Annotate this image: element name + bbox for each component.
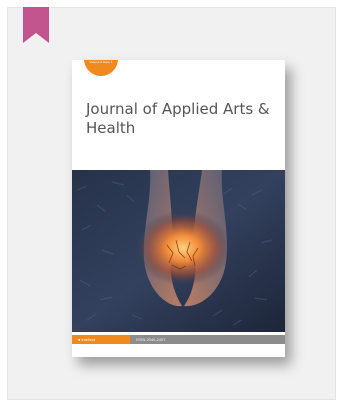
cover-image-glowing-hands (72, 170, 285, 332)
volume-badge-text: Volume 9 Issue 1 (89, 60, 113, 64)
volume-badge: Volume 9 Issue 1 (84, 60, 118, 76)
cover-footer-bar: ● intellect ISSN 2040-2457 (72, 335, 285, 344)
journal-title: Journal of Applied Arts & Health (86, 100, 270, 137)
bookmark-icon[interactable] (23, 7, 49, 43)
publisher-name: intellect (81, 337, 96, 342)
publisher-tag: ● intellect (72, 335, 130, 344)
intellect-logo-icon: ● (78, 337, 81, 342)
journal-cover[interactable]: Volume 9 Issue 1 Journal of Applied Arts… (72, 60, 285, 357)
issn-number: ISSN 2040-2457 (136, 337, 166, 342)
